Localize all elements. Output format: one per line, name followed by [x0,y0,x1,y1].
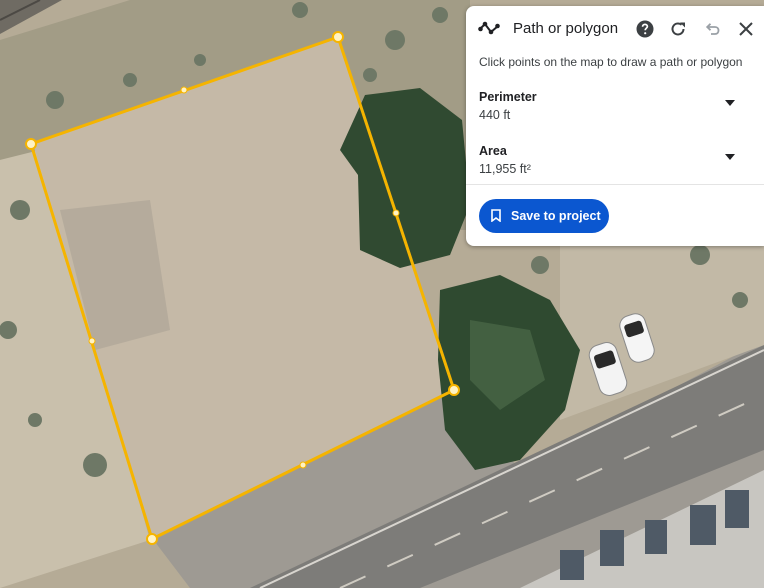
panel-title: Path or polygon [513,20,619,37]
help-icon [636,20,654,38]
close-icon [739,22,753,36]
save-to-project-label: Save to project [511,209,601,223]
panel-header: Path or polygon [466,6,764,52]
area-value: 11,955 ft² [479,162,531,176]
area-label: Area [479,144,507,158]
undo-button[interactable] [701,18,723,40]
reset-button[interactable] [667,18,689,40]
undo-icon [705,23,720,35]
measure-panel: Path or polygon Click points on the map … [466,6,764,246]
bookmark-icon [491,209,501,222]
reset-icon [671,22,685,36]
close-button[interactable] [735,18,757,40]
perimeter-label: Perimeter [479,90,537,104]
perimeter-value: 440 ft [479,108,511,122]
help-button[interactable] [634,18,656,40]
chevron-down-icon[interactable] [725,100,735,106]
path-or-polygon-icon [478,21,500,35]
instruction-text: Click points on the map to draw a path o… [479,55,743,69]
panel-divider [466,184,764,185]
chevron-down-icon[interactable] [725,154,735,160]
perimeter-row[interactable]: Perimeter 440 ft [466,90,764,136]
save-to-project-button[interactable]: Save to project [479,199,609,233]
